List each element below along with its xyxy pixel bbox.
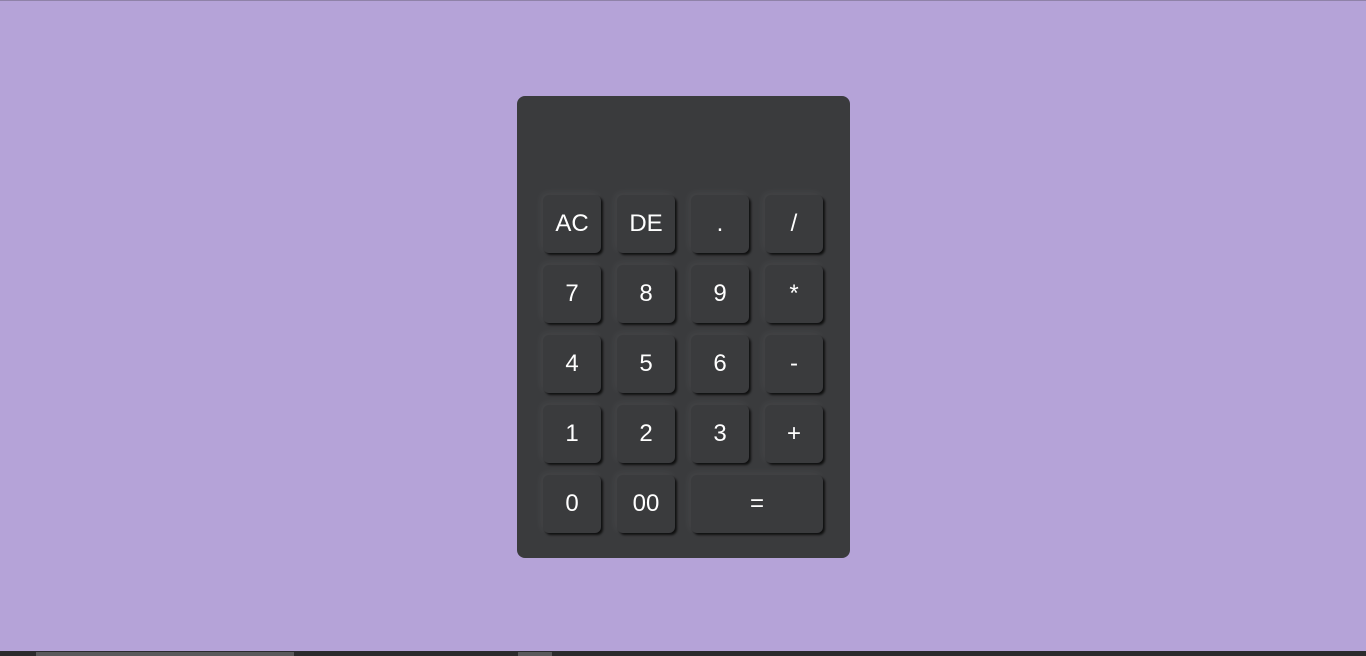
- double-zero-button[interactable]: 00: [617, 475, 675, 533]
- decimal-button[interactable]: .: [691, 195, 749, 253]
- digit-8-button[interactable]: 8: [617, 265, 675, 323]
- digit-7-button[interactable]: 7: [543, 265, 601, 323]
- digit-0-button[interactable]: 0: [543, 475, 601, 533]
- delete-button[interactable]: DE: [617, 195, 675, 253]
- multiply-button[interactable]: *: [765, 265, 823, 323]
- equals-button[interactable]: =: [691, 475, 823, 533]
- digit-3-button[interactable]: 3: [691, 405, 749, 463]
- digit-4-button[interactable]: 4: [543, 335, 601, 393]
- digit-6-button[interactable]: 6: [691, 335, 749, 393]
- digit-5-button[interactable]: 5: [617, 335, 675, 393]
- add-button[interactable]: +: [765, 405, 823, 463]
- calculator: AC DE . / 7 8 9 * 4 5 6 - 1 2 3 + 0 00 =: [517, 96, 850, 558]
- scrollbar-thumb[interactable]: [36, 652, 294, 656]
- digit-2-button[interactable]: 2: [617, 405, 675, 463]
- digit-1-button[interactable]: 1: [543, 405, 601, 463]
- all-clear-button[interactable]: AC: [543, 195, 601, 253]
- divide-button[interactable]: /: [765, 195, 823, 253]
- subtract-button[interactable]: -: [765, 335, 823, 393]
- scrollbar-marker: [518, 652, 552, 656]
- digit-9-button[interactable]: 9: [691, 265, 749, 323]
- display-field[interactable]: [541, 114, 826, 184]
- top-border: [0, 0, 1366, 1]
